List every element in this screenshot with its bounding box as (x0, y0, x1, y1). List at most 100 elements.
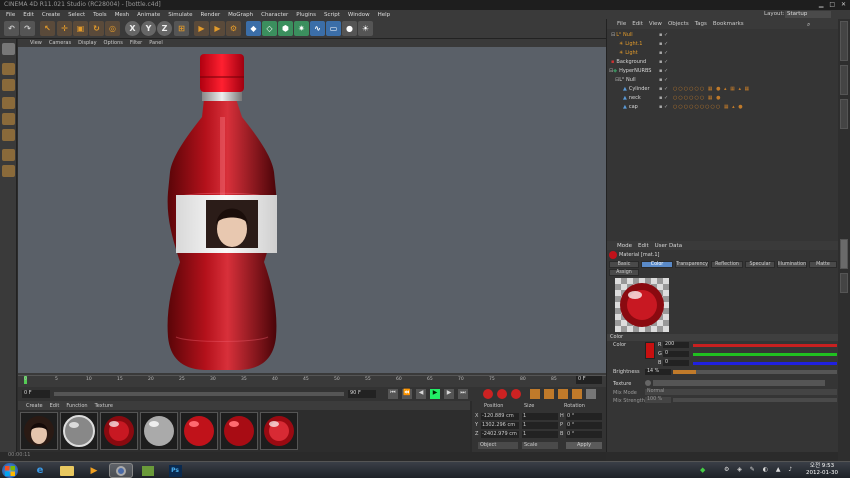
media-player-icon[interactable]: ▶ (82, 463, 106, 478)
select-arrow-icon[interactable]: ↖ (40, 21, 55, 36)
texture-mode-icon[interactable] (2, 149, 15, 161)
portrait-material-icon[interactable] (20, 412, 58, 450)
app-taskbar-icon[interactable] (136, 463, 160, 478)
autokey-icon[interactable] (497, 389, 507, 399)
attributes-panel-tab[interactable] (840, 239, 848, 269)
menu-plugins[interactable]: Plugins (296, 12, 316, 18)
camera-icon[interactable]: ● (342, 21, 357, 36)
texture-dropdown-icon[interactable] (645, 380, 651, 386)
om-menu-tags[interactable]: Tags (695, 21, 707, 27)
x-axis-icon[interactable]: X (125, 21, 140, 36)
vp-menu-display[interactable]: Display (78, 40, 96, 46)
mat-menu-function[interactable]: Function (66, 403, 87, 409)
menu-animate[interactable]: Animate (137, 12, 160, 18)
rotation-h-field[interactable]: 0 ° (566, 413, 602, 420)
cube-icon[interactable]: ◆ (246, 21, 261, 36)
rotation-key-icon[interactable] (558, 389, 568, 399)
tab-matte[interactable]: Matte (809, 261, 837, 268)
current-frame-field[interactable]: 0 F (576, 376, 602, 384)
animation-mode-icon[interactable] (2, 79, 15, 91)
size-x-field[interactable]: 1 (522, 413, 558, 420)
layers-panel-tab[interactable] (840, 273, 848, 293)
y-axis-icon[interactable]: Y (141, 21, 156, 36)
go-to-start-icon[interactable]: ⏮ (388, 389, 398, 399)
environment-icon[interactable]: ▭ (326, 21, 341, 36)
brightness-field[interactable]: 14 % (645, 369, 671, 375)
position-y-field[interactable]: 1302.296 cm (481, 422, 519, 429)
brightness-slider[interactable] (673, 370, 837, 374)
move-icon[interactable]: ✛ (57, 21, 72, 36)
redo-icon[interactable]: ↷ (20, 21, 35, 36)
menu-help[interactable]: Help (378, 12, 391, 18)
size-y-field[interactable]: 1 (522, 422, 558, 429)
close-icon[interactable]: ✕ (841, 1, 846, 8)
end-frame-field[interactable]: 90 F (348, 390, 376, 398)
start-frame-field[interactable]: 0 F (22, 390, 50, 398)
cinema4d-taskbar-icon[interactable] (109, 463, 133, 478)
z-axis-icon[interactable]: Z (157, 21, 172, 36)
maximize-icon[interactable]: □ (829, 1, 835, 8)
tab-illumination[interactable]: Illumination (777, 261, 807, 268)
array-icon[interactable]: ⬢ (278, 21, 293, 36)
record-icon[interactable] (483, 389, 493, 399)
object-name[interactable]: Background (616, 59, 646, 65)
scale-key-icon[interactable] (544, 389, 554, 399)
next-frame-icon[interactable]: ▶ (444, 389, 454, 399)
browser-panel-tab[interactable] (840, 99, 848, 129)
live-select-icon[interactable]: ◎ (105, 21, 120, 36)
gray-sphere-material-icon[interactable] (140, 412, 178, 450)
light-icon[interactable]: ☀ (358, 21, 373, 36)
position-key-icon[interactable] (530, 389, 540, 399)
glass-material-icon[interactable] (60, 412, 98, 450)
mix-mode-select[interactable]: Normal (645, 389, 837, 395)
menu-character[interactable]: Character (261, 12, 288, 18)
vp-menu-view[interactable]: View (30, 40, 42, 46)
object-row[interactable]: ▪ Background ▪ ✓ (607, 58, 839, 67)
object-row[interactable]: ✳ Light ▪ ✓ (607, 49, 839, 58)
object-name[interactable]: Cylinder (629, 86, 650, 92)
rotation-b-field[interactable]: 0 ° (566, 431, 602, 438)
red-glass-material-icon[interactable] (100, 412, 138, 450)
blue-slider[interactable] (693, 362, 837, 365)
tab-assign[interactable]: Assign (609, 269, 639, 276)
points-mode-icon[interactable] (2, 97, 15, 109)
render-picture-viewer-icon[interactable]: ▶ (210, 21, 225, 36)
polygons-mode-icon[interactable] (2, 129, 15, 141)
menu-window[interactable]: Window (348, 12, 370, 18)
om-menu-edit[interactable]: Edit (632, 21, 643, 27)
object-name[interactable]: neck (629, 95, 641, 101)
rotation-p-field[interactable]: 0 ° (566, 422, 602, 429)
tray-icons[interactable]: ⚙ ◈ ✎ ◐ ▲ ♪ (724, 466, 795, 473)
vp-menu-panel[interactable]: Panel (149, 40, 163, 46)
object-name[interactable]: Null (623, 32, 633, 38)
object-row[interactable]: ▲ neck ▪ ✓ ○○○○○○ ▦ ● (607, 94, 839, 103)
rotate-icon[interactable]: ↻ (89, 21, 104, 36)
spline-icon[interactable]: ∿ (310, 21, 325, 36)
menu-simulate[interactable]: Simulate (168, 12, 192, 18)
workplane-icon[interactable] (2, 165, 15, 177)
window-controls[interactable]: ▁ □ ✕ (819, 1, 846, 8)
red-value-field[interactable]: 200 (663, 342, 689, 348)
mat-menu-create[interactable]: Create (26, 403, 43, 409)
play-icon[interactable]: ▶ (430, 389, 440, 399)
mat-menu-edit[interactable]: Edit (50, 403, 60, 409)
3d-viewport[interactable] (18, 47, 606, 373)
am-menu-edit[interactable]: Edit (638, 243, 649, 249)
menu-mograph[interactable]: MoGraph (228, 12, 253, 18)
menu-file[interactable]: File (6, 12, 15, 18)
size-z-field[interactable]: 1 (522, 431, 558, 438)
edges-mode-icon[interactable] (2, 113, 15, 125)
vp-menu-options[interactable]: Options (104, 40, 123, 46)
om-menu-objects[interactable]: Objects (668, 21, 689, 27)
keyframe-selection-icon[interactable] (511, 389, 521, 399)
minimize-icon[interactable]: ▁ (819, 1, 824, 8)
layout-select[interactable]: Startup (785, 11, 831, 18)
photoshop-icon[interactable]: Ps (163, 463, 187, 478)
texture-field[interactable] (653, 380, 825, 386)
mat-menu-texture[interactable]: Texture (95, 403, 113, 409)
red-sphere-material-icon[interactable] (220, 412, 258, 450)
position-z-field[interactable]: -2402.979 cm (481, 431, 519, 438)
tab-transparency[interactable]: Transparency (675, 261, 709, 268)
menu-render[interactable]: Render (201, 12, 221, 18)
object-row[interactable]: ▲ cap ▪ ✓ ○○○○○○○○○ ▦ ▴ ● (607, 103, 839, 112)
